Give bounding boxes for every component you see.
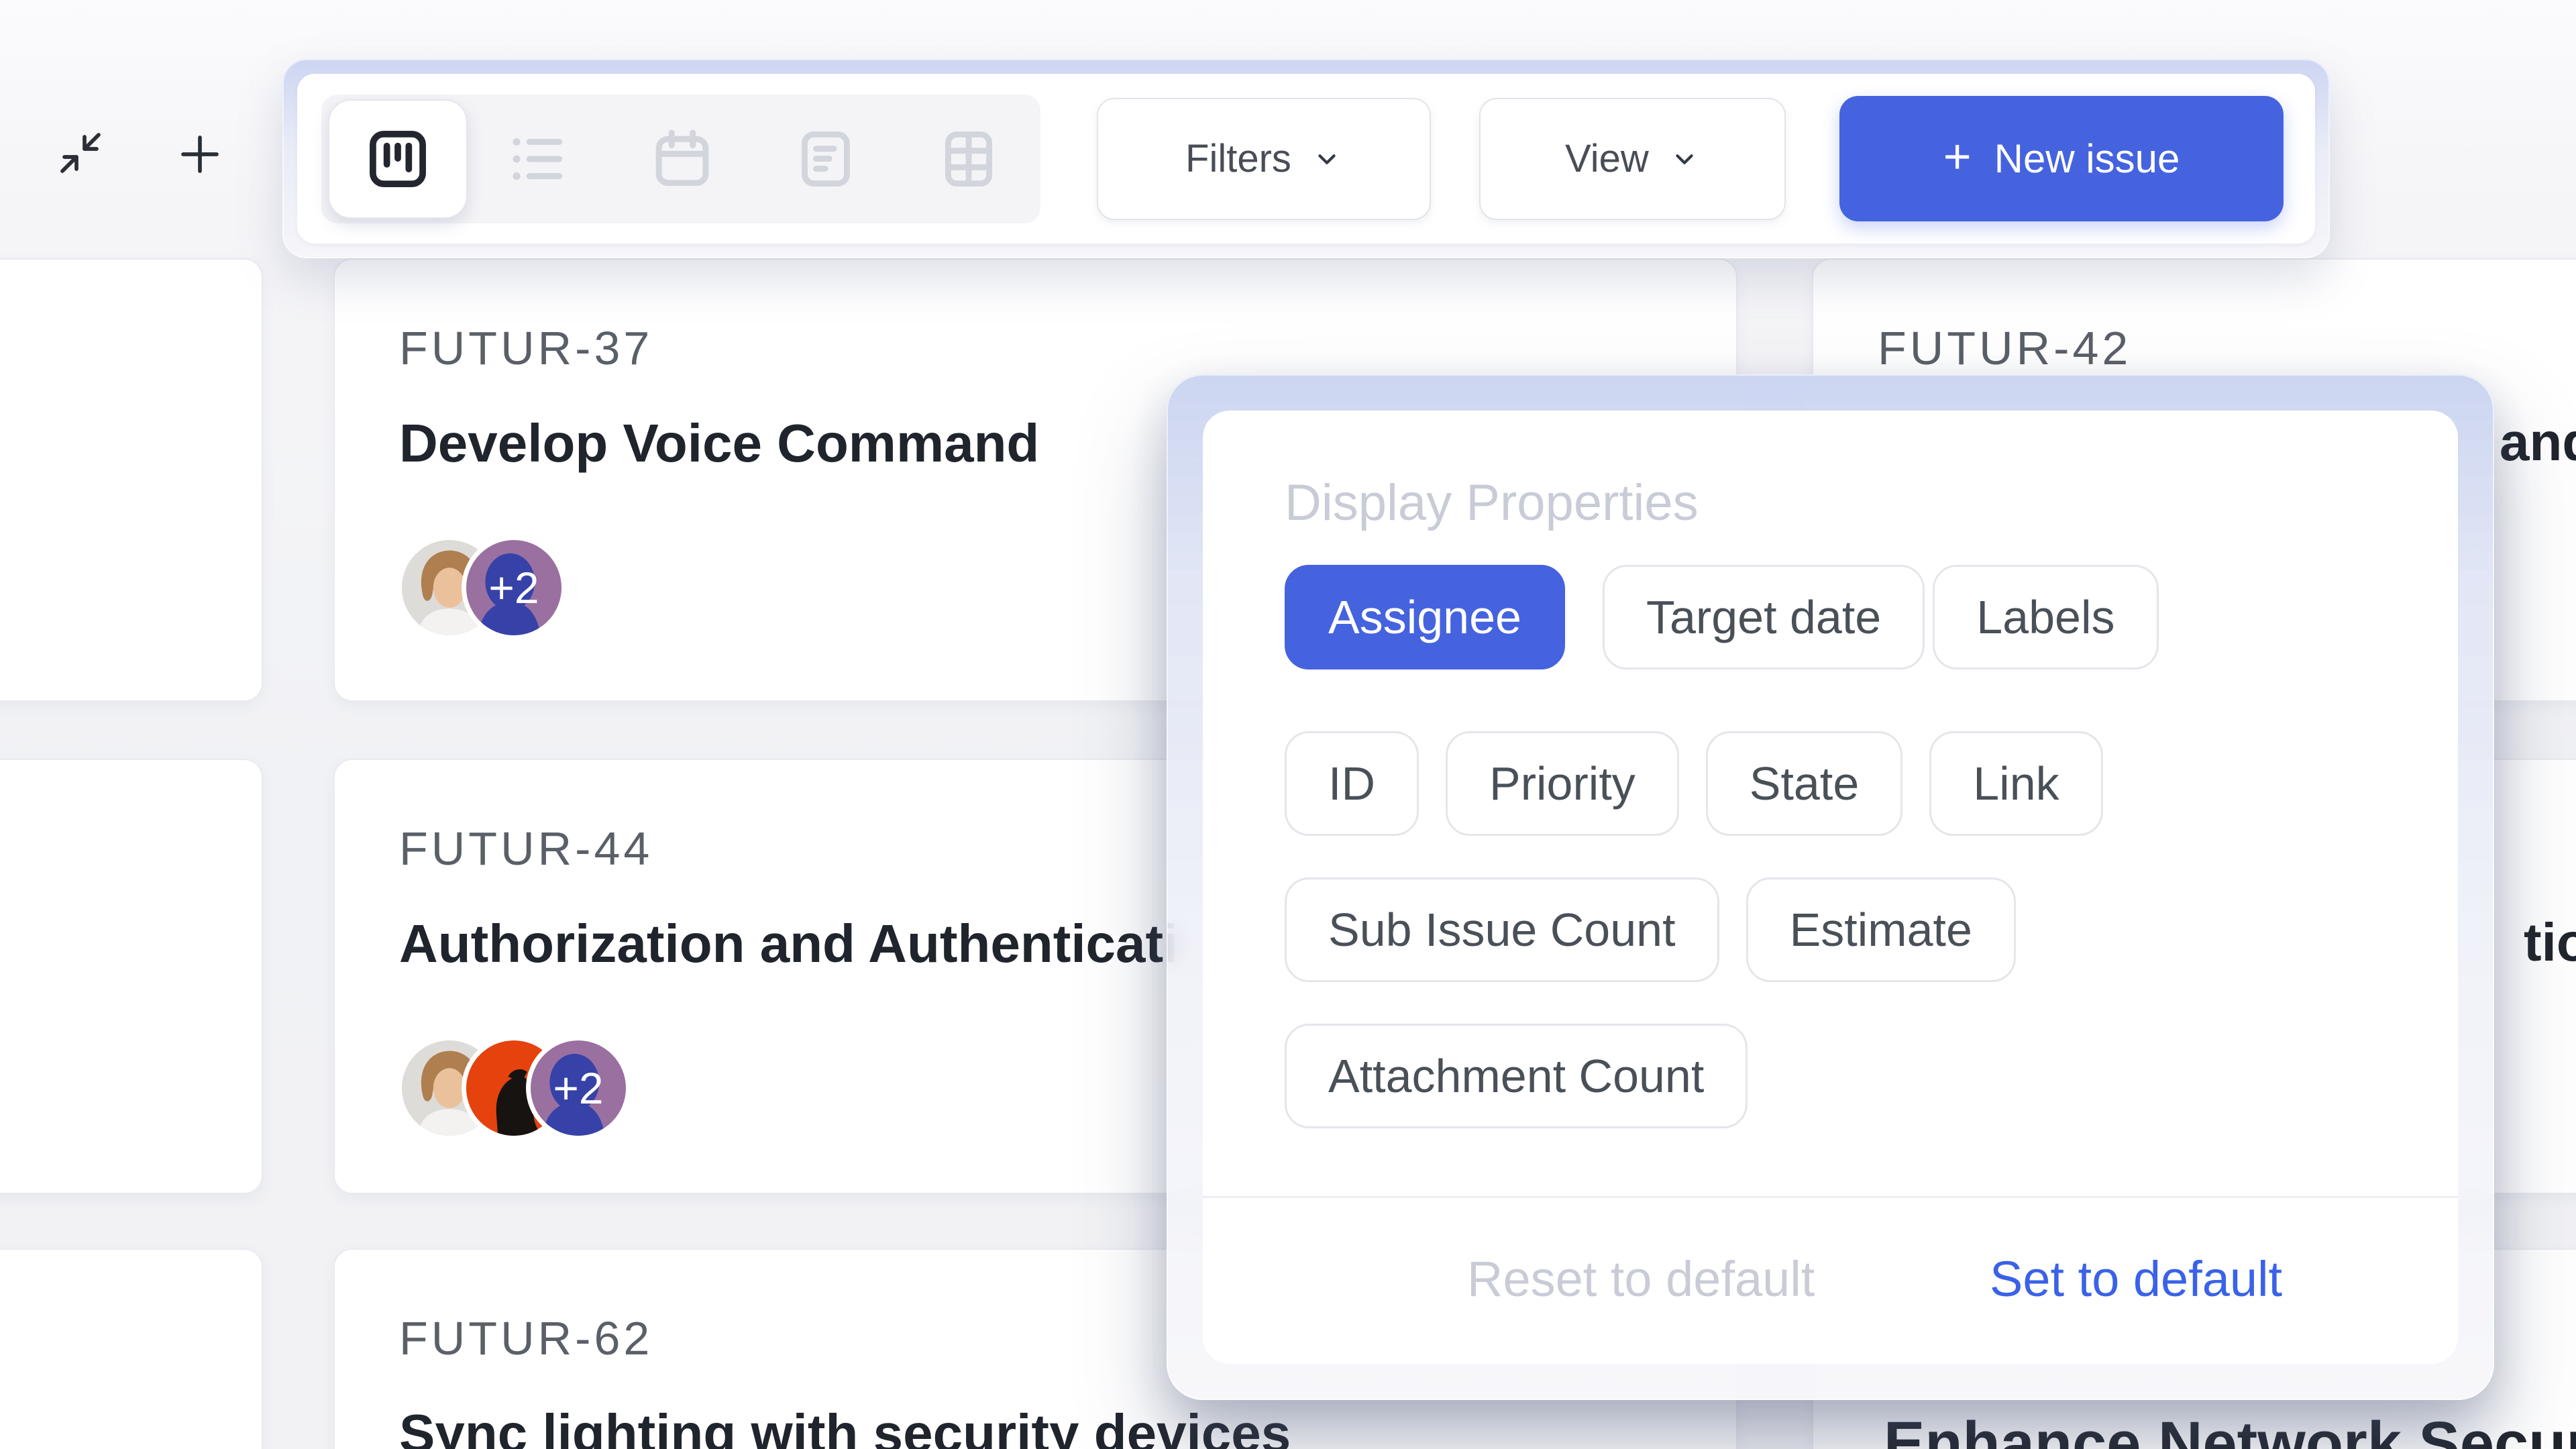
- reset-to-default-button[interactable]: Reset to default: [1467, 1250, 1815, 1307]
- display-property-chip-assignee[interactable]: Assignee: [1285, 565, 1565, 669]
- display-properties-popover-frame: Display Properties Assignee Target dateLa…: [1167, 374, 2494, 1400]
- filters-button[interactable]: Filters: [1097, 98, 1431, 220]
- layout-list-button[interactable]: [468, 95, 611, 223]
- divider: [1203, 1196, 2458, 1198]
- chevron-down-icon: [1311, 144, 1342, 174]
- table-icon: [934, 125, 1003, 193]
- display-property-chip-target-date[interactable]: Target date: [1603, 565, 1925, 669]
- layout-spreadsheet-button[interactable]: [898, 95, 1041, 223]
- display-properties-popover: Display Properties Assignee Target dateLa…: [1203, 411, 2458, 1364]
- property-chip-row: Sub Issue Count Estimate: [1285, 877, 2016, 982]
- display-property-chip-state[interactable]: State: [1706, 731, 1902, 836]
- toolbar: Filters View + New issue: [297, 74, 2315, 244]
- plus-icon[interactable]: [173, 127, 227, 181]
- issue-card[interactable]: [0, 258, 263, 702]
- issue-id: FUTUR-42: [1878, 321, 2131, 375]
- new-issue-button[interactable]: + New issue: [1839, 96, 2284, 221]
- issue-title: Develop Voice Command: [399, 413, 1039, 474]
- avatar-overflow-badge: +2: [466, 540, 561, 635]
- calendar-icon: [648, 125, 716, 193]
- property-chip-row: ID Priority State Link: [1285, 731, 2103, 836]
- assignee-avatar-stack[interactable]: +2: [402, 1040, 626, 1136]
- chevron-down-icon: [1669, 144, 1700, 174]
- plus-icon: +: [1943, 133, 1972, 181]
- display-property-chip-sub-issue-count[interactable]: Sub Issue Count: [1285, 877, 1719, 982]
- display-property-chip-link[interactable]: Link: [1929, 731, 2102, 836]
- kanban-board-icon: [362, 123, 433, 195]
- issue-title-fragment: and: [2500, 411, 2576, 473]
- issue-title: Authorization and Authenticati: [399, 913, 1178, 975]
- collapse-arrows-icon[interactable]: [56, 129, 105, 177]
- issue-id: FUTUR-44: [399, 822, 653, 875]
- set-to-default-button[interactable]: Set to default: [1990, 1250, 2282, 1307]
- property-chip-row: Attachment Count: [1285, 1024, 1748, 1128]
- issue-id: FUTUR-62: [399, 1311, 653, 1365]
- issue-title-fragment: Enhance Network Secur: [1884, 1409, 2576, 1449]
- display-property-chip-labels[interactable]: Labels: [1933, 565, 2158, 669]
- layout-sheet-button[interactable]: [754, 95, 898, 223]
- issue-title-fragment: tion: [2524, 912, 2576, 973]
- issue-id: FUTUR-37: [399, 321, 653, 375]
- filters-label: Filters: [1185, 136, 1291, 181]
- avatar-overflow-count: +2: [466, 540, 561, 635]
- issue-title: Sync lighting with security devices: [399, 1403, 1291, 1449]
- issue-card[interactable]: [0, 759, 263, 1194]
- display-property-chip-id[interactable]: ID: [1285, 731, 1419, 836]
- assignee-avatar-stack[interactable]: +2: [402, 540, 561, 635]
- layout-kanban-button[interactable]: [328, 99, 468, 219]
- view-label: View: [1565, 136, 1649, 181]
- view-button[interactable]: View: [1479, 98, 1786, 220]
- display-property-chip-estimate[interactable]: Estimate: [1746, 877, 2016, 982]
- kanban-board-page: Filters View + New issue FUTUR-37 Develo…: [0, 0, 2576, 1449]
- new-issue-label: New issue: [1994, 136, 2180, 182]
- display-property-chip-attachment-count[interactable]: Attachment Count: [1285, 1024, 1748, 1128]
- layout-switcher: [321, 95, 1040, 223]
- toolbar-glass-frame: Filters View + New issue: [282, 59, 2330, 258]
- property-chip-row: Assignee Target dateLabels: [1285, 565, 2159, 669]
- issue-card[interactable]: [0, 1248, 263, 1449]
- avatar-overflow-badge: +2: [531, 1040, 626, 1136]
- document-lines-icon: [792, 125, 860, 193]
- display-property-chip-priority[interactable]: Priority: [1446, 731, 1679, 836]
- popover-title: Display Properties: [1285, 474, 1699, 532]
- list-icon: [505, 125, 574, 193]
- avatar-overflow-count: +2: [531, 1040, 626, 1136]
- layout-calendar-button[interactable]: [611, 95, 755, 223]
